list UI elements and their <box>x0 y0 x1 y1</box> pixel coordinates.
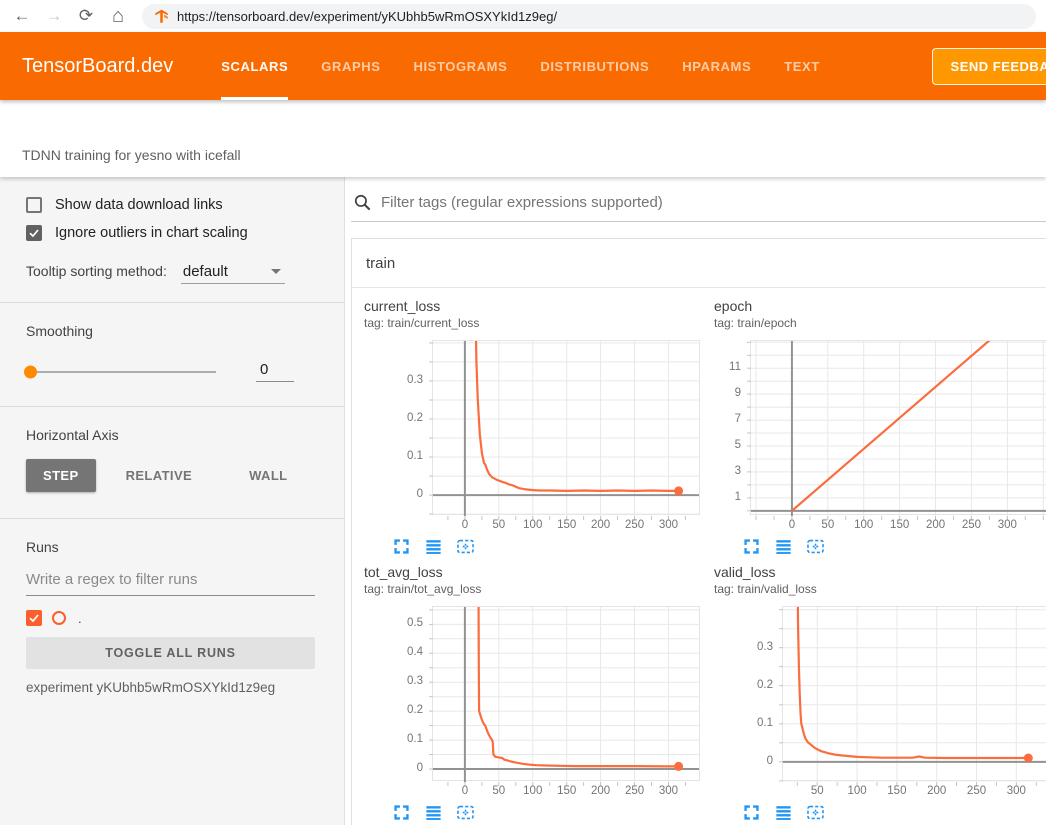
tab-hparams[interactable]: HPARAMS <box>682 32 751 100</box>
chart-tag: tag: train/current_loss <box>364 316 702 330</box>
browser-chrome: ← → ⟳ ⌂ https://tensorboard.dev/experime… <box>0 0 1046 32</box>
nav-tabs: SCALARS GRAPHS HISTOGRAMS DISTRIBUTIONS … <box>221 32 820 100</box>
slider-thumb[interactable] <box>24 365 37 378</box>
tooltip-sorting-select[interactable]: default <box>181 263 285 284</box>
chart-tag: tag: train/tot_avg_loss <box>364 582 702 596</box>
smoothing-slider[interactable] <box>26 371 216 373</box>
axis-relative-button[interactable]: RELATIVE <box>109 459 210 492</box>
app-logo[interactable]: TensorBoard.dev <box>22 32 173 100</box>
chart-card-tot-avg-loss: tot_avg_loss tag: train/tot_avg_loss 00.… <box>352 564 702 822</box>
chevron-down-icon <box>271 269 281 274</box>
chart-title: current_loss <box>364 298 702 314</box>
smoothing-label: Smoothing <box>26 323 318 339</box>
y-axis-labels: 00.10.20.3 <box>714 606 782 781</box>
chart-card-current-loss: current_loss tag: train/current_loss 00.… <box>352 298 702 556</box>
y-axis-labels: 00.10.20.30.40.5 <box>364 606 432 781</box>
experiment-caption: experiment yKUbhb5wRmOSXYkId1z9eg <box>26 680 318 695</box>
fit-data-icon[interactable] <box>806 803 825 822</box>
tab-histograms[interactable]: HISTOGRAMS <box>413 32 507 100</box>
tab-scalars[interactable]: SCALARS <box>221 32 288 100</box>
tab-distributions[interactable]: DISTRIBUTIONS <box>540 32 649 100</box>
show-download-links-label: Show data download links <box>55 197 223 213</box>
url-bar[interactable]: https://tensorboard.dev/experiment/yKUbh… <box>142 4 1036 29</box>
line-chart-plot[interactable] <box>782 606 1046 781</box>
log-axis-icon[interactable] <box>424 537 443 556</box>
x-axis-labels: 50100150200250300 <box>783 781 1046 798</box>
tooltip-sorting-value: default <box>183 263 228 280</box>
run-name: . <box>76 611 82 626</box>
experiment-title: TDNN training for yesno with icefall <box>22 147 241 163</box>
chart-card-valid-loss: valid_loss tag: train/valid_loss 00.10.2… <box>702 564 1046 822</box>
x-axis-labels: 050100150200250300 <box>433 781 699 798</box>
tensorboard-favicon-icon <box>154 9 169 24</box>
toggle-all-runs-button[interactable]: TOGGLE ALL RUNS <box>26 637 315 669</box>
x-axis-labels: 050100150200250300 <box>751 515 1046 532</box>
y-axis-labels: 00.10.20.3 <box>364 340 432 515</box>
expand-icon[interactable] <box>742 803 761 822</box>
x-axis-labels: 050100150200250300 <box>433 515 699 532</box>
filter-tags-input[interactable] <box>381 194 1046 211</box>
chart-card-epoch: epoch tag: train/epoch 1357911 050100150… <box>702 298 1046 556</box>
show-download-links-checkbox[interactable]: Show data download links <box>26 197 318 213</box>
fit-data-icon[interactable] <box>806 537 825 556</box>
settings-sidebar: Show data download links Ignore outliers… <box>0 177 345 825</box>
section-header-train[interactable]: train <box>352 239 1046 288</box>
run-row: . <box>26 610 318 626</box>
home-icon[interactable]: ⌂ <box>106 4 130 28</box>
checkbox-unchecked-icon[interactable] <box>26 197 42 213</box>
chart-tag: tag: train/valid_loss <box>714 582 1046 596</box>
ignore-outliers-label: Ignore outliers in chart scaling <box>55 225 248 241</box>
chart-tag: tag: train/epoch <box>714 316 1046 330</box>
tab-text[interactable]: TEXT <box>784 32 820 100</box>
run-color-swatch-icon <box>52 611 66 625</box>
axis-wall-button[interactable]: WALL <box>232 459 304 492</box>
chart-title: tot_avg_loss <box>364 564 702 580</box>
expand-icon[interactable] <box>392 803 411 822</box>
url-text[interactable]: https://tensorboard.dev/experiment/yKUbh… <box>177 9 557 24</box>
log-axis-icon[interactable] <box>774 803 793 822</box>
runs-label: Runs <box>26 539 318 555</box>
main-panel: train current_loss tag: train/current_lo… <box>345 177 1046 825</box>
smoothing-value-input[interactable] <box>256 361 294 382</box>
experiment-toolbar: TDNN training for yesno with icefall <box>0 100 1046 177</box>
line-chart-plot[interactable] <box>750 340 1046 515</box>
line-chart-plot[interactable] <box>432 340 700 515</box>
send-feedback-button[interactable]: SEND FEEDBACK <box>932 48 1046 85</box>
y-axis-labels: 1357911 <box>714 340 750 515</box>
forward-icon[interactable]: → <box>42 4 66 28</box>
chart-title: valid_loss <box>714 564 1046 580</box>
line-chart-plot[interactable] <box>432 606 700 781</box>
app-header: TensorBoard.dev SCALARS GRAPHS HISTOGRAM… <box>0 32 1046 100</box>
log-axis-icon[interactable] <box>774 537 793 556</box>
chart-title: epoch <box>714 298 1046 314</box>
runs-regex-input[interactable] <box>26 571 315 596</box>
back-icon[interactable]: ← <box>10 4 34 28</box>
log-axis-icon[interactable] <box>424 803 443 822</box>
expand-icon[interactable] <box>742 537 761 556</box>
fit-data-icon[interactable] <box>456 803 475 822</box>
tooltip-sorting-label: Tooltip sorting method: <box>26 263 167 279</box>
checkbox-checked-icon[interactable] <box>26 225 42 241</box>
search-icon <box>353 193 372 212</box>
tab-graphs[interactable]: GRAPHS <box>321 32 380 100</box>
horizontal-axis-label: Horizontal Axis <box>26 427 318 443</box>
expand-icon[interactable] <box>392 537 411 556</box>
ignore-outliers-checkbox[interactable]: Ignore outliers in chart scaling <box>26 225 318 241</box>
run-checkbox-icon[interactable] <box>26 610 42 626</box>
train-section-card: train current_loss tag: train/current_lo… <box>351 238 1046 825</box>
axis-step-button[interactable]: STEP <box>26 459 96 492</box>
reload-icon[interactable]: ⟳ <box>74 4 98 28</box>
fit-data-icon[interactable] <box>456 537 475 556</box>
charts-grid: current_loss tag: train/current_loss 00.… <box>352 288 1046 825</box>
